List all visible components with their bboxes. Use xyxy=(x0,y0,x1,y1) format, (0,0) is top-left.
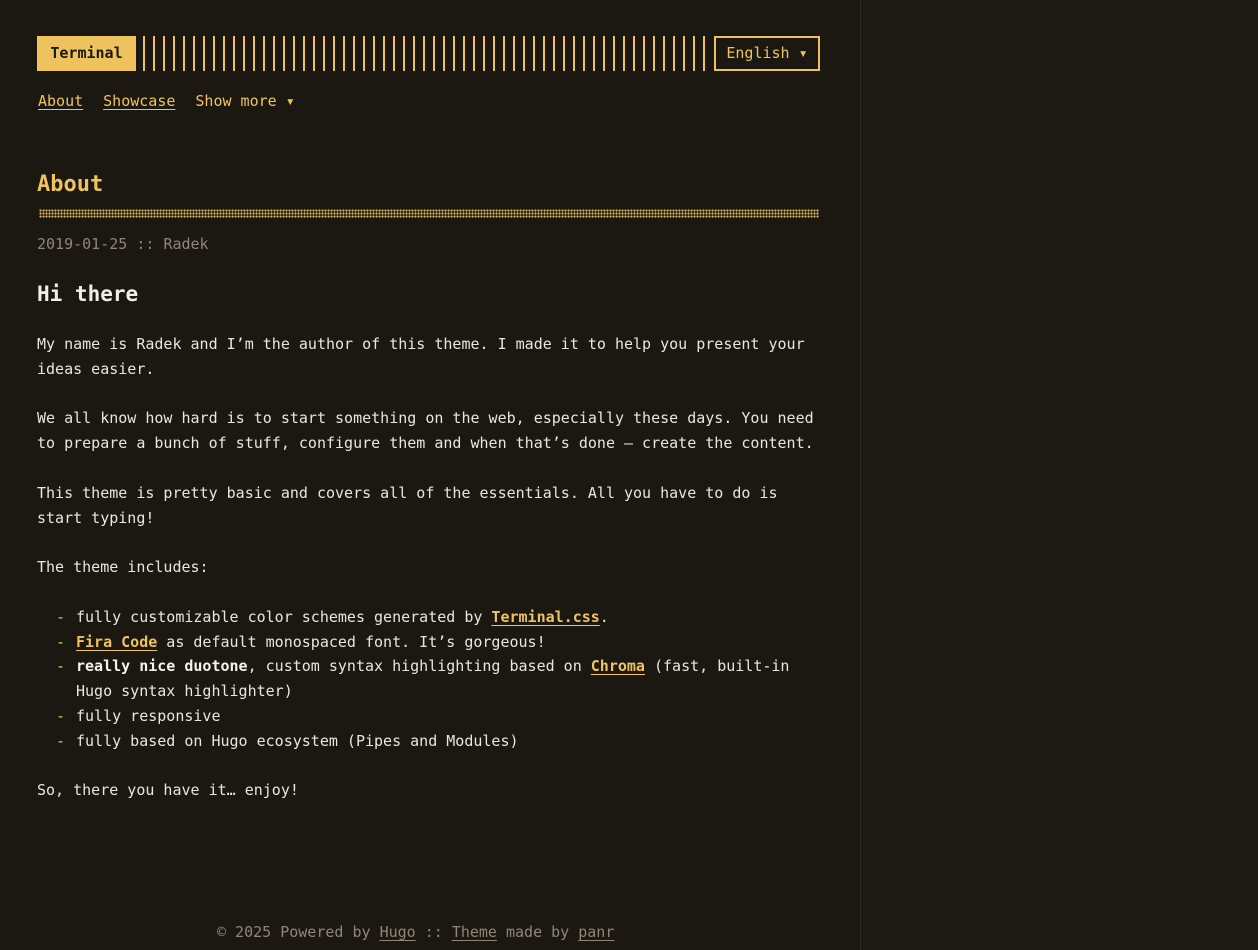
list-text: . xyxy=(599,607,609,626)
menu-item-about[interactable]: About xyxy=(38,92,83,110)
main-menu: About Showcase Show more ▾ xyxy=(38,92,295,110)
post-author: Radek xyxy=(163,235,209,253)
site-footer: © 2025 Powered by Hugo :: Theme made by … xyxy=(217,923,614,941)
list-text: as default monospaced font. It’s gorgeou… xyxy=(157,632,546,651)
paragraph-web: We all know how hard is to start somethi… xyxy=(37,409,814,453)
chroma-link[interactable]: Chroma xyxy=(591,657,645,675)
post-content: Hi there My name is Radek and I’m the au… xyxy=(37,280,822,828)
terminal-css-link[interactable]: Terminal.css xyxy=(491,608,599,626)
bold-text: really nice duotone xyxy=(76,657,248,676)
fira-code-link[interactable]: Fira Code xyxy=(76,633,157,651)
post-meta: 2019-01-25 :: Radek xyxy=(37,235,209,253)
features-list: fully customizable color schemes generat… xyxy=(37,605,822,754)
list-item: fully customizable color schemes generat… xyxy=(56,605,822,630)
made-by-text: made by xyxy=(496,923,579,941)
paragraph-includes: The theme includes: xyxy=(37,558,209,577)
meta-separator: :: xyxy=(136,235,155,253)
panr-link[interactable]: panr xyxy=(578,923,614,941)
list-text: , custom syntax highlighting based on xyxy=(247,657,591,676)
list-item: fully based on Hugo ecosystem (Pipes and… xyxy=(56,729,822,754)
title-divider xyxy=(39,209,819,218)
menu-item-showcase[interactable]: Showcase xyxy=(103,92,175,110)
post-date: 2019-01-25 xyxy=(37,235,128,253)
paragraph-enjoy: So, there you have it… enjoy! xyxy=(37,781,299,800)
show-more-dropdown[interactable]: Show more ▾ xyxy=(195,92,294,110)
theme-link[interactable]: Theme xyxy=(452,923,497,941)
hugo-link[interactable]: Hugo xyxy=(380,923,416,941)
list-item: Fira Code as default monospaced font. It… xyxy=(56,630,822,655)
content-heading: Hi there xyxy=(37,282,139,306)
list-text: fully customizable color schemes generat… xyxy=(76,607,492,626)
site-logo[interactable]: Terminal xyxy=(37,36,136,71)
copyright-text: © 2025 Powered by xyxy=(217,923,380,941)
language-selector[interactable]: English ▾ xyxy=(714,36,820,71)
header-stripes xyxy=(143,36,709,71)
list-item: fully responsive xyxy=(56,704,822,729)
site-header: Terminal English ▾ xyxy=(37,36,820,71)
list-item: really nice duotone, custom syntax highl… xyxy=(56,654,822,704)
paragraph-intro: My name is Radek and I’m the author of t… xyxy=(37,335,805,378)
paragraph-basic: This theme is pretty basic and covers al… xyxy=(37,483,778,527)
post-title: About xyxy=(37,172,104,197)
footer-separator: :: xyxy=(415,923,452,941)
